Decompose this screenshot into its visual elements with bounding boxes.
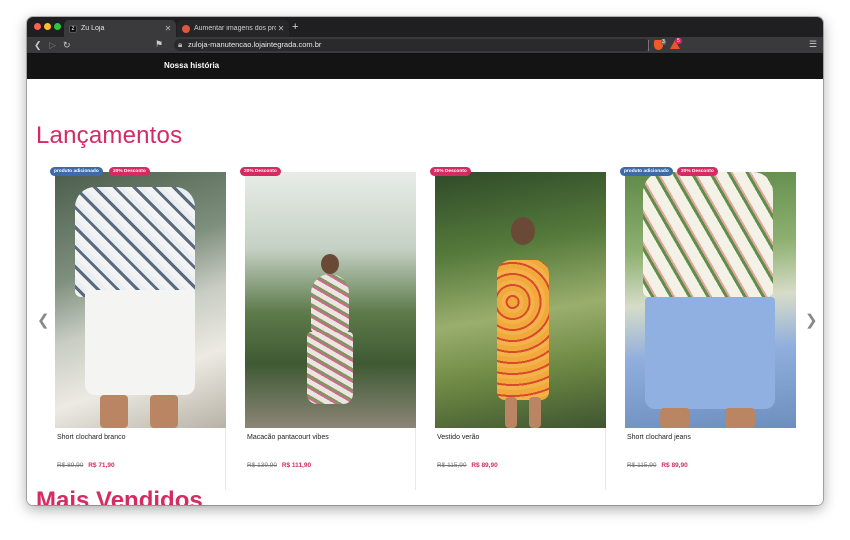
price-row: R$ 139,90 R$ 111,90 [247, 462, 311, 469]
product-name[interactable]: Vestido verão [437, 434, 479, 441]
leg-shape [505, 397, 517, 428]
jumpsuit-shape [311, 274, 349, 334]
discount-badge: 20% Desconto [240, 167, 281, 176]
tab-zu-loja[interactable]: z Zu Loja ✕ [64, 20, 176, 37]
price-row: R$ 115,90 R$ 89,90 [437, 462, 498, 469]
leg-shape [529, 397, 541, 428]
discount-badge: 20% Desconto [430, 167, 471, 176]
loja-integrada-favicon-icon [182, 24, 190, 33]
dress-shape [497, 260, 549, 400]
toolbar-divider [648, 40, 649, 51]
discount-badge: 20% Desconto [109, 167, 150, 176]
discount-badge: 20% Desconto [677, 167, 718, 176]
old-price: R$ 115,90 [437, 462, 467, 469]
address-toolbar: ❮ ▷ ↻ ⚑ 🔒︎ zuloja-manutencao.lojaintegra… [27, 37, 823, 54]
nav-link-nossa-historia[interactable]: Nossa história [164, 61, 219, 70]
product-card[interactable]: produto adicionado 20% Desconto Short cl… [50, 167, 226, 490]
close-tab-icon[interactable]: ✕ [276, 24, 286, 33]
tab-title: Zu Loja [81, 25, 105, 32]
leg-shape [100, 395, 128, 428]
old-price: R$ 139,90 [247, 462, 277, 469]
product-name[interactable]: Short clochard branco [57, 434, 125, 441]
product-image[interactable] [435, 172, 606, 428]
product-image[interactable] [55, 172, 226, 428]
carousel-next-icon[interactable]: ❯ [805, 311, 818, 329]
lock-icon: 🔒︎ [178, 40, 183, 49]
site-header: Nossa história [27, 54, 823, 79]
forward-icon[interactable]: ▷ [49, 39, 56, 51]
price-row: R$ 89,90 R$ 71,90 [57, 462, 115, 469]
price-row: R$ 115,90 R$ 89,90 [627, 462, 688, 469]
shorts-shape [645, 297, 775, 409]
product-card[interactable]: produto adicionado 20% Desconto Short cl… [620, 167, 796, 490]
page-content: Lançamentos ❮ ❯ produto adicionado 20% D… [27, 79, 823, 505]
menu-icon[interactable]: ☰ [809, 39, 817, 50]
old-price: R$ 89,90 [57, 462, 84, 469]
product-name[interactable]: Short clochard jeans [627, 434, 691, 441]
window-minimize-button[interactable] [44, 23, 51, 30]
pants-shape [307, 332, 353, 404]
leg-shape [660, 408, 690, 428]
bookmark-icon[interactable]: ⚑ [155, 39, 163, 50]
window-maximize-button[interactable] [54, 23, 61, 30]
address-bar[interactable]: 🔒︎ zuloja-manutencao.lojaintegrada.com.b… [174, 39, 650, 51]
old-price: R$ 115,90 [627, 462, 657, 469]
section-title-mais-vendidos: Mais Vendidos [36, 487, 203, 505]
leg-shape [725, 408, 755, 428]
status-badge: produto adicionado [50, 167, 103, 176]
product-image[interactable] [245, 172, 416, 428]
head-shape [511, 217, 535, 245]
section-title-lancamentos: Lançamentos [36, 122, 183, 149]
new-tab-button[interactable]: + [292, 21, 298, 33]
leg-shape [150, 395, 178, 428]
tab-bar: z Zu Loja ✕ Aumentar imagens dos produto… [27, 17, 823, 37]
shorts-shape [85, 290, 195, 395]
browser-window: z Zu Loja ✕ Aumentar imagens dos produto… [27, 17, 823, 505]
back-icon[interactable]: ❮ [34, 39, 42, 51]
sale-price: R$ 71,90 [88, 462, 115, 469]
reload-icon[interactable]: ↻ [63, 39, 71, 51]
shields-count-badge: 3 [661, 39, 666, 45]
sale-price: R$ 89,90 [471, 462, 498, 469]
product-card[interactable]: 20% Desconto Macacão pantacourt vibes R$… [240, 167, 416, 490]
product-card[interactable]: 20% Desconto Vestido verão R$ 115,90 R$ … [430, 167, 606, 490]
rewards-count-badge: 5 [675, 38, 682, 44]
product-name[interactable]: Macacão pantacourt vibes [247, 434, 329, 441]
status-badge: produto adicionado [620, 167, 673, 176]
shirt-shape [643, 172, 773, 297]
close-tab-icon[interactable]: ✕ [163, 24, 173, 33]
carousel-prev-icon[interactable]: ❮ [37, 311, 50, 329]
shirt-shape [75, 187, 195, 297]
sale-price: R$ 89,90 [661, 462, 688, 469]
store-favicon-icon: z [69, 24, 77, 33]
sale-price: R$ 111,90 [281, 462, 312, 469]
url-text[interactable]: zuloja-manutencao.lojaintegrada.com.br [188, 40, 321, 50]
tab-title: Aumentar imagens dos produtos [194, 25, 276, 32]
window-close-button[interactable] [34, 23, 41, 30]
tab-aumentar-imagens[interactable]: Aumentar imagens dos produtos ✕ [177, 20, 289, 37]
head-shape [321, 254, 339, 274]
product-image[interactable] [625, 172, 796, 428]
